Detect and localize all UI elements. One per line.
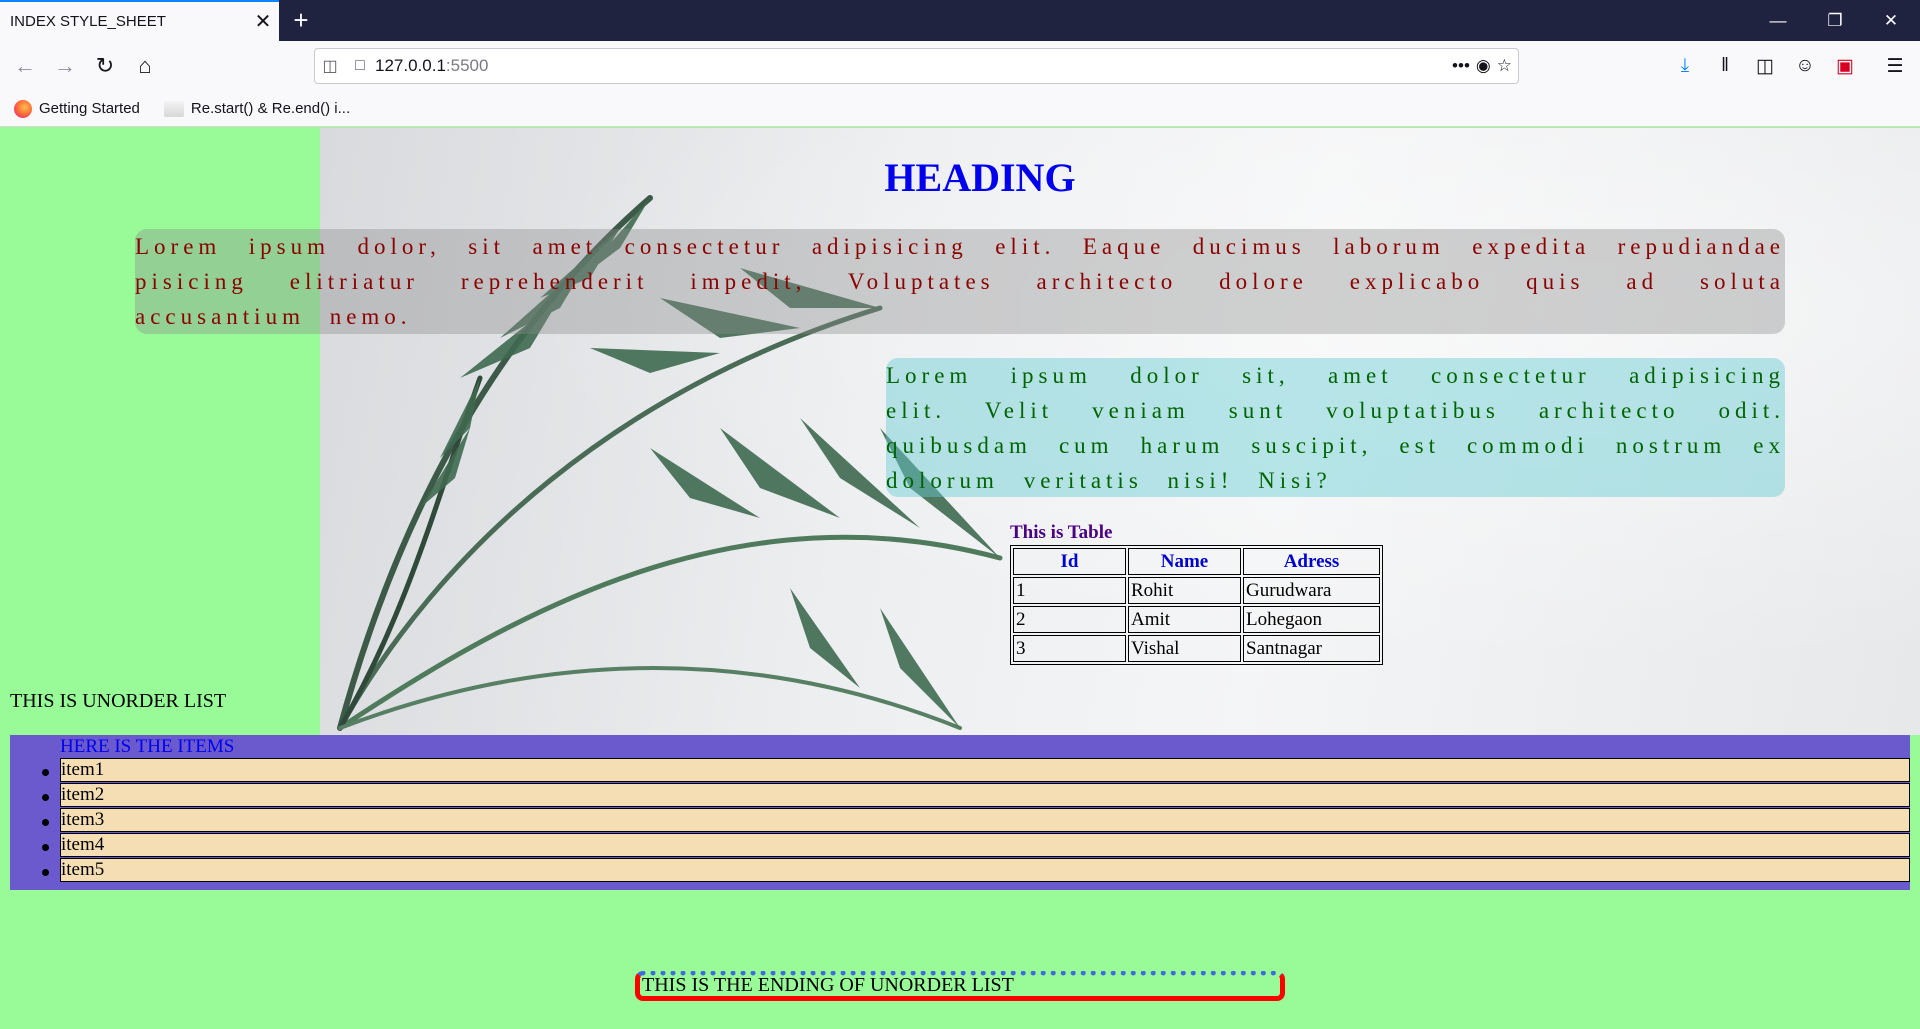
restore-icon[interactable]: ❐ [1812,0,1858,41]
download-icon[interactable]: ⤓ [1668,49,1702,83]
firefox-icon [14,99,32,118]
url-host: 127.0.0.1 [375,56,446,75]
bookmark-label: Re.start() & Re.end() i... [190,100,351,117]
header-adress: Adress [1243,548,1380,575]
list-item: item5 [60,858,1910,882]
shield-icon[interactable]: ◫ [315,51,345,81]
table-cell: Gurudwara [1243,577,1380,604]
table-row: 2 Amit Lohegaon [1013,606,1380,633]
table-cell: Vishal [1128,635,1241,662]
table-row: 3 Vishal Santnagar [1013,635,1380,662]
bookmark-star-icon[interactable]: ☆ [1497,56,1512,76]
table-section: This is Table Id Name Adress 1 Rohit Gur… [1010,522,1383,665]
paragraph-one: Lorem ipsum dolor, sit amet consectetur … [135,229,1785,334]
list-item: item1 [60,758,1910,782]
table-cell: Amit [1128,606,1241,633]
tab-active[interactable]: INDEX STYLE_SHEET ✕ [0,0,279,41]
table-cell: Santnagar [1243,635,1380,662]
page-heading: HEADING [884,155,1076,200]
list-heading: THIS IS UNORDER LIST [10,690,227,712]
extension-icon[interactable]: ▣ [1828,49,1862,83]
nav-bar: ← → ↻ ⌂ ◫ □ 127.0.0.1 :5500 ••• ◉ ☆ ⤓ ‖ … [0,41,1920,91]
table-header-row: Id Name Adress [1013,548,1380,575]
table-row: 1 Rohit Gurudwara [1013,577,1380,604]
bookmarks-bar: Getting Started Re.start() & Re.end() i.… [0,91,1920,127]
ending-text: THIS IS THE ENDING OF UNORDER LIST [635,971,1285,1001]
pocket-icon[interactable]: ◉ [1476,56,1491,76]
new-tab-button[interactable]: + [285,4,317,36]
table-cell: 1 [1013,577,1126,604]
table-caption: This is Table [1010,522,1113,543]
page-icon: □ [355,57,365,74]
bullet-icon [42,869,49,876]
back-icon[interactable]: ← [8,49,42,83]
bookmark-getting-started[interactable]: Getting Started [14,99,140,118]
url-port: :5500 [445,56,489,75]
url-bar[interactable]: ◫ □ 127.0.0.1 :5500 ••• ◉ ☆ [314,48,1519,84]
table-cell: Lohegaon [1243,606,1380,633]
page-thumbnail-icon [163,100,184,117]
close-window-icon[interactable]: ✕ [1868,0,1914,41]
minimize-icon[interactable]: — [1755,0,1801,41]
account-icon[interactable]: ☺ [1788,49,1822,83]
table-cell: 2 [1013,606,1126,633]
bullet-icon [42,819,49,826]
forward-icon[interactable]: → [48,49,82,83]
header-name: Name [1128,548,1241,575]
list-title: HERE IS THE ITEMS [60,736,235,757]
list-item: item4 [60,833,1910,857]
page-actions-icon[interactable]: ••• [1452,56,1470,76]
bookmark-label: Getting Started [39,100,140,117]
close-tab-icon[interactable]: ✕ [247,6,279,38]
bullet-icon [42,844,49,851]
list-item: item2 [60,783,1910,807]
header-id: Id [1013,548,1126,575]
home-icon[interactable]: ⌂ [128,49,162,83]
tab-title: INDEX STYLE_SHEET [10,13,166,30]
table-cell: Rohit [1128,577,1241,604]
list-item: item3 [60,808,1910,832]
table-cell: 3 [1013,635,1126,662]
bookmark-restart[interactable]: Re.start() & Re.end() i... [163,100,351,117]
data-table: Id Name Adress 1 Rohit Gurudwara 2 Amit … [1010,545,1383,665]
bullet-icon [42,794,49,801]
bullet-icon [42,769,49,776]
paragraph-two: Lorem ipsum dolor sit, amet consectetur … [886,358,1785,497]
menu-icon[interactable]: ☰ [1878,49,1912,83]
unordered-list: HERE IS THE ITEMS item1 item2 item3 item… [10,735,1910,890]
page-content: HEADING Lorem ipsum dolor, sit amet cons… [0,128,1920,1029]
title-bar: INDEX STYLE_SHEET ✕ + — ❐ ✕ [0,0,1920,41]
sidebar-icon[interactable]: ◫ [1748,49,1782,83]
reload-icon[interactable]: ↻ [88,49,122,83]
library-icon[interactable]: ‖ [1708,49,1742,83]
